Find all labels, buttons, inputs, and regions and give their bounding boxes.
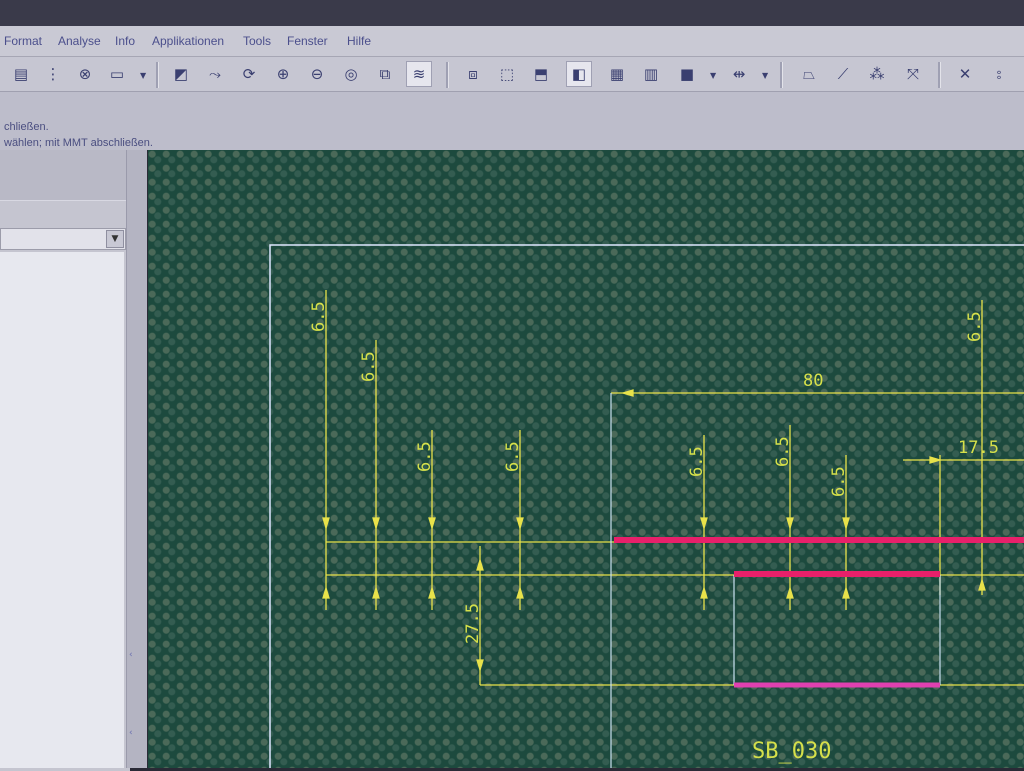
menu-bar: Format Analyse Info Applikationen Tools … [0, 26, 1024, 57]
zoom-in-icon[interactable]: ⊕ [270, 61, 296, 87]
toolbar-separator [938, 62, 941, 88]
dimension-label: 6.5 [829, 466, 849, 497]
drawing-sheet[interactable]: 6.5 6.5 6.5 6.5 6.5 6.5 6.5 6.5 80 17.5 … [148, 150, 1024, 768]
status-message-2: wählen; mit MMT abschließen. [4, 137, 153, 149]
binoculars-icon[interactable]: ⊗ [72, 61, 98, 87]
chevron-down-icon[interactable]: ▼ [710, 71, 716, 80]
chevron-down-icon[interactable]: ▼ [762, 71, 768, 80]
title-bar [0, 0, 1024, 26]
sheet-label: SB_030 [752, 739, 831, 764]
spin-center-icon[interactable]: ⇹ [726, 61, 752, 87]
menu-applikationen[interactable]: Applikationen [152, 34, 224, 48]
repaint-icon[interactable]: ◩ [168, 61, 194, 87]
clipboard-icon[interactable]: ▤ [8, 61, 34, 87]
view-manager-icon[interactable]: ⧉ [372, 61, 398, 87]
panel-splitter[interactable] [126, 150, 147, 768]
menu-fenster[interactable]: Fenster [287, 34, 328, 48]
datum-point-icon[interactable]: ⁂ [864, 61, 890, 87]
orient-icon[interactable]: ⟳ [236, 61, 262, 87]
menu-analyse[interactable]: Analyse [58, 34, 101, 48]
dimension-label: 6.5 [309, 301, 329, 332]
datum-plane-icon[interactable]: ⏢ [796, 61, 822, 87]
close-icon[interactable]: ✕ [952, 61, 978, 87]
zoom-out-icon[interactable]: ⊖ [304, 61, 330, 87]
shading-icon[interactable]: ◧ [566, 61, 592, 87]
split-view-icon[interactable]: ▥ [638, 61, 664, 87]
status-message-1: chließen. [4, 121, 49, 133]
dimension-label: 6.5 [503, 441, 523, 472]
dimension-label: 6.5 [773, 436, 793, 467]
dimension-label: 6.5 [359, 351, 379, 382]
graphics-window[interactable]: 6.5 6.5 6.5 6.5 6.5 6.5 6.5 6.5 80 17.5 … [148, 150, 1024, 768]
hidden-line-icon[interactable]: ⬚ [494, 61, 520, 87]
menu-info[interactable]: Info [115, 34, 135, 48]
dimension-labels: 6.5 6.5 6.5 6.5 6.5 6.5 6.5 6.5 80 17.5 … [309, 301, 999, 764]
spin-icon[interactable]: ⤳ [202, 61, 228, 87]
collapse-left-icon[interactable]: ‹ [129, 728, 133, 738]
dimension-lines [322, 290, 1024, 686]
menu-hilfe[interactable]: Hilfe [347, 34, 371, 48]
refit-icon[interactable]: ◎ [338, 61, 364, 87]
chevron-down-icon[interactable]: ▼ [106, 230, 124, 248]
wireframe-icon[interactable]: ⧈ [460, 61, 486, 87]
info-icon[interactable]: ⦂ [986, 61, 1012, 87]
no-hidden-icon[interactable]: ⬒ [528, 61, 554, 87]
dimension-label: 6.5 [415, 441, 435, 472]
layers-icon[interactable]: ≋ [406, 61, 432, 87]
toolbar-separator [156, 62, 159, 88]
coordinate-system-icon[interactable]: ⤧ [900, 61, 926, 87]
collapse-left-icon[interactable]: ‹ [129, 650, 133, 660]
dimension-label: 6.5 [965, 311, 985, 342]
menu-format[interactable]: Format [4, 34, 42, 48]
datum-axis-icon[interactable]: ⟋ [830, 61, 856, 87]
color-icon[interactable]: ▦ [604, 61, 630, 87]
display-icon[interactable]: ■ [674, 61, 700, 87]
dimension-label: 80 [803, 371, 823, 391]
toolbar-separator [446, 62, 449, 88]
select-box-icon[interactable]: ▭ [104, 61, 130, 87]
menu-tools[interactable]: Tools [243, 34, 271, 48]
dimension-label: 6.5 [687, 446, 707, 477]
model-tree-list[interactable] [0, 252, 124, 768]
dimension-label: 17.5 [958, 438, 999, 458]
model-tree-dropdown[interactable]: ▼ [0, 228, 126, 250]
toolbar: ▤ ⋮ ⊗ ▭ ▼ ◩ ⤳ ⟳ ⊕ ⊖ ◎ ⧉ ≋ ⧈ ⬚ ⬒ ◧ ▦ ▥ ■ … [0, 57, 1024, 92]
dimension-label: 27.5 [463, 603, 483, 644]
sheet-frame [269, 244, 1024, 768]
chevron-down-icon[interactable]: ▼ [140, 71, 146, 80]
message-area: chließen. wählen; mit MMT abschließen. [0, 92, 1024, 150]
toolbar-separator [780, 62, 783, 88]
tree-icon[interactable]: ⋮ [40, 61, 66, 87]
